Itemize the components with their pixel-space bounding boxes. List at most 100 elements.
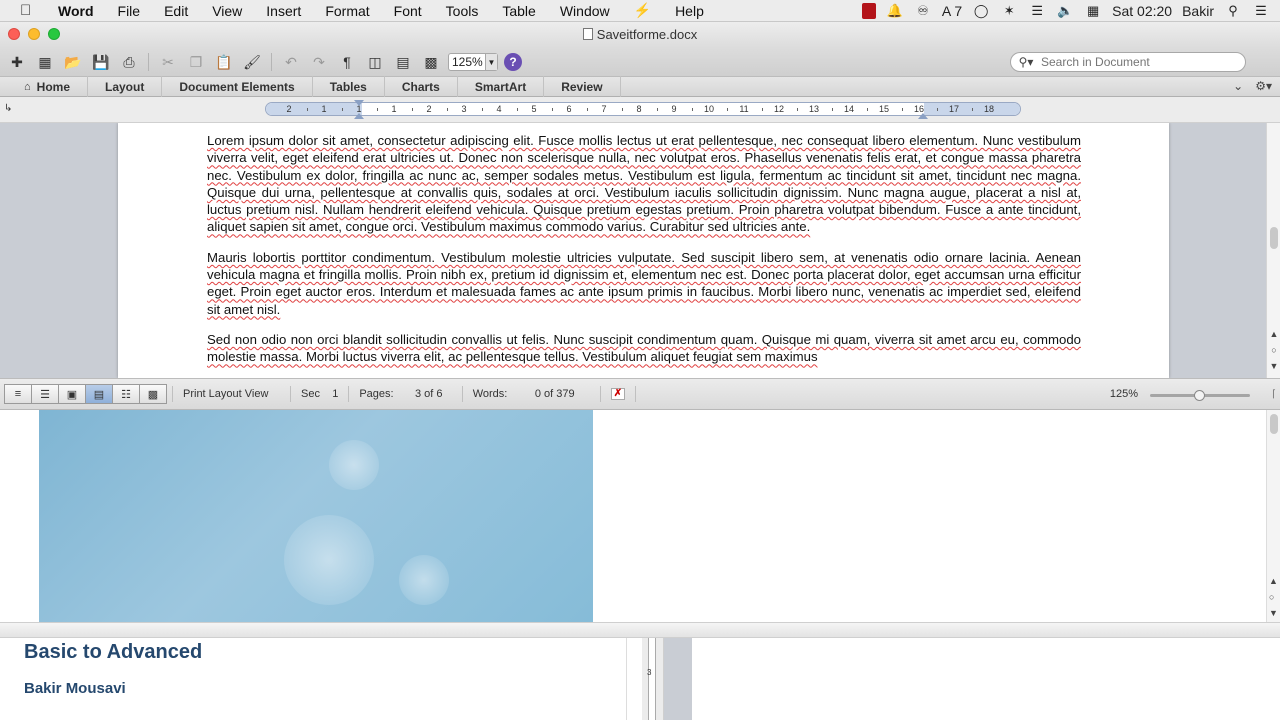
notebook-layout-icon[interactable]: ☷ — [112, 384, 140, 404]
script-menu-icon[interactable]: ⚡ — [622, 2, 663, 19]
vertical-scrollbar[interactable]: ▲ ○ ▼ — [1266, 123, 1280, 378]
show-formatting-icon[interactable]: ¶ — [336, 52, 358, 72]
previous-page-icon[interactable]: ▲ — [1269, 576, 1278, 586]
pane-separator — [626, 638, 640, 720]
new-document-icon[interactable]: ✚ — [6, 52, 28, 72]
menu-file[interactable]: File — [106, 3, 153, 19]
draft-view-icon[interactable]: ≡ — [4, 384, 32, 404]
user-name[interactable]: Bakir — [1182, 3, 1214, 19]
menu-view[interactable]: View — [200, 3, 254, 19]
tab-charts[interactable]: Charts — [385, 76, 458, 97]
notification-bell-icon[interactable]: 🔔 — [886, 3, 904, 19]
tab-tables[interactable]: Tables — [313, 76, 385, 97]
paragraph[interactable]: Mauris lobortis porttitor condimentum. V… — [207, 249, 1081, 318]
ruler-number: 10 — [703, 104, 715, 114]
tab-stop-selector-icon[interactable]: ↳ — [4, 103, 18, 117]
proofing-status[interactable]: ✗ — [599, 386, 635, 402]
outline-view-icon[interactable]: ☰ — [31, 384, 59, 404]
copy-icon[interactable]: ❐ — [185, 52, 207, 72]
ruler-number: 2 — [426, 104, 432, 114]
document-page[interactable]: Lorem ipsum dolor sit amet, consectetur … — [118, 123, 1169, 378]
format-painter-icon[interactable]: 🖌 — [241, 52, 263, 72]
media-browser-icon[interactable]: ▩ — [420, 52, 442, 72]
menu-app-word[interactable]: Word — [52, 3, 106, 19]
previous-page-icon[interactable]: ▲ — [1269, 329, 1279, 339]
apple-menu-icon[interactable]:  — [20, 2, 38, 19]
tab-home[interactable]: ⌂ Home — [0, 76, 88, 97]
paragraph[interactable]: Lorem ipsum dolor sit amet, consectetur … — [207, 132, 1081, 236]
ribbon-tabs: ⌂ Home Layout Document Elements Tables C… — [0, 76, 1280, 97]
wifi-icon[interactable]: ☰ — [1028, 3, 1046, 19]
volume-icon[interactable]: 🔈 — [1056, 3, 1074, 19]
zoom-select[interactable]: 125% ▼ — [448, 53, 498, 71]
first-line-indent-marker[interactable] — [354, 100, 364, 106]
tab-smartart[interactable]: SmartArt — [458, 76, 545, 97]
next-page-icon[interactable]: ▼ — [1269, 608, 1278, 618]
save-icon[interactable]: 💾 — [90, 52, 112, 72]
ribbon-settings-icon[interactable]: ⚙▾ — [1255, 79, 1272, 93]
help-button[interactable]: ? — [504, 53, 522, 71]
paragraph[interactable]: Sed non odio non orci blandit sollicitud… — [207, 331, 1081, 366]
notification-center-icon[interactable]: ☰ — [1252, 3, 1270, 19]
focus-view-icon[interactable]: ▩ — [139, 384, 167, 404]
creative-cloud-icon[interactable]: ♾ — [914, 3, 932, 19]
status-bar: ≡ ☰ ▣ ▤ ☷ ▩ Print Layout View Sec 1 Page… — [0, 378, 1280, 410]
calendar-icon[interactable]: ▦ — [1084, 3, 1102, 19]
ruler-tick — [481, 108, 483, 111]
next-page-icon[interactable]: ▼ — [1269, 361, 1279, 371]
tab-layout[interactable]: Layout — [88, 76, 163, 97]
ruler-tick — [656, 108, 658, 111]
open-icon[interactable]: 📂 — [62, 52, 84, 72]
bluetooth-icon[interactable]: ✶ — [1000, 3, 1018, 19]
view-layout-icon[interactable]: ▤ — [392, 52, 414, 72]
time-machine-icon[interactable]: ◯ — [972, 3, 990, 19]
redo-icon[interactable]: ↷ — [308, 52, 330, 72]
section-value: 1 — [332, 388, 339, 400]
search-input[interactable] — [1041, 55, 1231, 69]
scrollbar-thumb[interactable] — [1270, 414, 1278, 434]
browse-object-icon[interactable]: ○ — [1269, 345, 1279, 355]
words-indicator[interactable]: Words: 0 of 379 — [461, 386, 600, 402]
tab-document-elements[interactable]: Document Elements — [162, 76, 313, 97]
zoom-slider[interactable] — [1150, 390, 1250, 401]
cut-icon[interactable]: ✂ — [157, 52, 179, 72]
zoom-slider-knob[interactable] — [1194, 390, 1205, 401]
ruler-tick — [621, 108, 623, 111]
ruler-tick — [901, 108, 903, 111]
document-body[interactable]: Lorem ipsum dolor sit amet, consectetur … — [207, 132, 1081, 378]
recording-icon[interactable] — [861, 3, 876, 19]
resize-grip-icon[interactable]: ⌈ — [1272, 389, 1276, 400]
pages-indicator[interactable]: Pages: 3 of 6 — [348, 386, 461, 402]
menu-window[interactable]: Window — [548, 3, 622, 19]
menu-tools[interactable]: Tools — [434, 3, 491, 19]
background-vertical-scrollbar[interactable]: ▲ ○ ▼ — [1266, 410, 1280, 622]
left-indent-marker[interactable] — [354, 113, 364, 119]
menu-insert[interactable]: Insert — [254, 3, 313, 19]
menu-font[interactable]: Font — [382, 3, 434, 19]
tab-review[interactable]: Review — [544, 76, 621, 97]
templates-gallery-icon[interactable]: ▦ — [34, 52, 56, 72]
collapse-ribbon-icon[interactable]: ⌄ — [1233, 79, 1243, 93]
adobe-updates[interactable]: A 7 — [942, 3, 962, 19]
browse-object-icon[interactable]: ○ — [1269, 592, 1274, 602]
ruler-number: 1 — [391, 104, 397, 114]
menu-edit[interactable]: Edit — [152, 3, 200, 19]
clock[interactable]: Sat 02:20 — [1112, 3, 1172, 19]
horizontal-ruler[interactable]: 2 1 1 1 2 3 4 5 6 7 8 9 10 11 12 13 14 15 16 17 18 — [265, 102, 1021, 116]
print-layout-icon[interactable]: ▤ — [85, 384, 113, 404]
spotlight-search-icon[interactable]: ⚲ — [1224, 3, 1242, 19]
menu-format[interactable]: Format — [313, 3, 381, 19]
search-icon[interactable]: ⚲▾ — [1011, 55, 1041, 69]
ruler-tick — [341, 108, 343, 111]
ruler-number: 1 — [321, 104, 327, 114]
menu-table[interactable]: Table — [490, 3, 547, 19]
menu-help[interactable]: Help — [663, 3, 716, 19]
sidebar-toggle-icon[interactable]: ◫ — [364, 52, 386, 72]
right-indent-marker[interactable] — [918, 113, 928, 119]
scrollbar-thumb[interactable] — [1270, 227, 1278, 249]
undo-icon[interactable]: ↶ — [280, 52, 302, 72]
publishing-layout-icon[interactable]: ▣ — [58, 384, 86, 404]
paste-icon[interactable]: 📋 — [213, 52, 235, 72]
section-indicator[interactable]: Sec 1 — [290, 386, 348, 402]
print-icon[interactable]: ⎙ — [118, 52, 140, 72]
